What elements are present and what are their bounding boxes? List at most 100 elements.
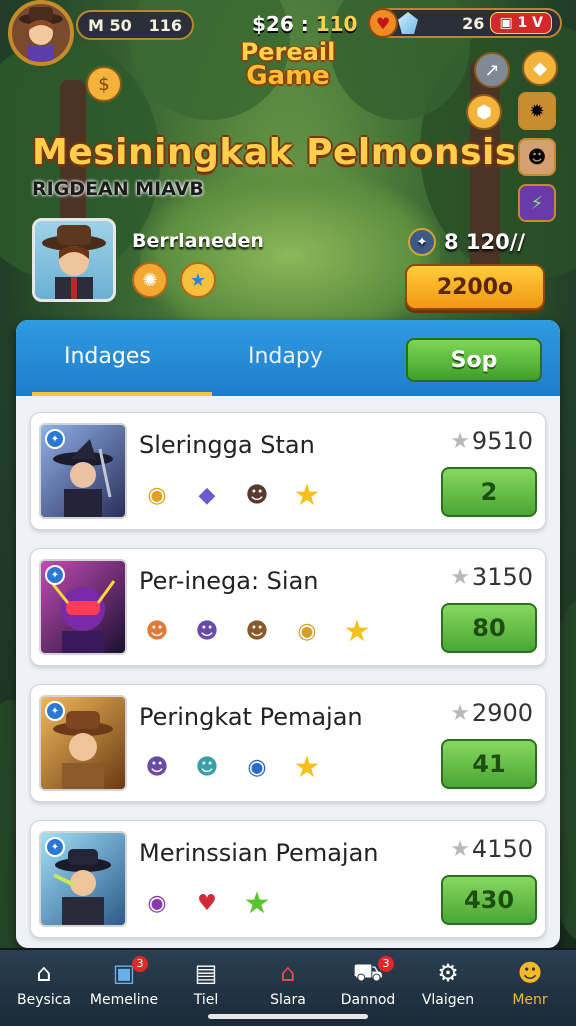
mage-figure-icon: ☻: [195, 754, 219, 780]
orb-icon: ◉: [247, 754, 267, 780]
nav-item-slara[interactable]: ⌂ Slara: [252, 958, 324, 1008]
row-score: ★ 3150: [450, 563, 533, 591]
cowboy-portrait-icon: [42, 225, 106, 299]
star-reward-icon: ★: [343, 613, 371, 649]
tab-indapy[interactable]: Indapy: [248, 344, 323, 369]
page-title: Mesiningkak Pelmonsis: [32, 132, 517, 173]
avatar-portrait-icon: [19, 7, 63, 61]
row-action-button[interactable]: 41: [441, 739, 537, 789]
hero-portrait-icon[interactable]: ☻: [518, 138, 556, 176]
magic-orb-icon: ◉: [147, 890, 167, 916]
active-tab-indicator: [32, 392, 212, 396]
rank-tag-icon: ✦: [45, 837, 65, 857]
green-star-icon: ★: [243, 885, 271, 921]
star-badge-icon[interactable]: ★: [180, 262, 216, 298]
game-logo: Pereail Game: [220, 40, 356, 100]
nav-label: Slara: [270, 992, 306, 1008]
nav-item-tiel[interactable]: ▤ Tiel: [170, 958, 242, 1008]
row-thumbnail: ✦: [39, 831, 127, 927]
warrior-figure-icon: ☻: [245, 618, 269, 644]
gold-bag-icon[interactable]: ◆: [522, 50, 558, 86]
row-score-value: 9510: [471, 427, 533, 455]
row-score-value: 3150: [471, 563, 533, 591]
shop-icon: ⌂: [280, 959, 296, 987]
reward-icons: ☻ ☻ ☻ ◉ ★: [137, 611, 377, 651]
star-reward-icon: ★: [293, 477, 321, 513]
money-display: $26 : 110: [252, 12, 357, 36]
row-action-label: 430: [463, 886, 515, 914]
hero-figure-icon: ☻: [245, 482, 269, 508]
level-pill[interactable]: M 50 116: [76, 10, 194, 40]
witch-hero-icon: [53, 439, 113, 517]
row-score: ★ 4150: [450, 835, 533, 863]
nav-label: Vlaigen: [421, 992, 475, 1008]
nav-item-memeline[interactable]: ▣ 3 Memeline: [88, 956, 160, 1008]
nav-item-dannod[interactable]: ⛟ 3 Dannod: [332, 956, 404, 1008]
gold-coins-icon: ◉: [147, 482, 167, 508]
row-score-value: 2900: [471, 699, 533, 727]
logo-line2: Game: [246, 61, 330, 91]
gunslinger-hero-icon: [53, 849, 111, 925]
row-score: ★ 9510: [450, 427, 533, 455]
home-indicator: [208, 1014, 368, 1019]
star-reward-icon: ★: [293, 749, 321, 785]
hero-figure-icon: ☻: [145, 754, 169, 780]
sun-medal-icon[interactable]: ✹: [518, 92, 556, 130]
row-thumbnail: ✦: [39, 695, 127, 791]
gold-button-label: 2200o: [436, 274, 514, 300]
robot-hero-icon: [50, 580, 116, 653]
sop-button[interactable]: Sop: [406, 338, 542, 382]
leaderboard-row[interactable]: ✦ Merinssian Pemajan ★ 4150 ◉ ♥ ★ 430: [30, 820, 546, 938]
nav-item-vlaigen[interactable]: ⚙ Vlaigen: [412, 958, 484, 1008]
nav-label: Menr: [512, 992, 548, 1008]
star-icon: ★: [450, 836, 470, 862]
resources-pill[interactable]: ♥ 26 ▣ 1 V: [368, 8, 562, 38]
profile-icon: ☻: [517, 959, 543, 987]
gold-currency-button[interactable]: 2200o: [405, 264, 545, 310]
gems-value: 26: [462, 13, 485, 33]
player-portrait[interactable]: [32, 218, 116, 302]
star-icon: ★: [450, 564, 470, 590]
leaderboard-row[interactable]: ✦ Per-inega: Sian ★ 3150 ☻ ☻ ☻ ◉ ★ 80: [30, 548, 546, 666]
chest-badge-value: 1 V: [517, 15, 543, 31]
row-name: Per-inega: Sian: [139, 567, 319, 595]
sop-button-label: Sop: [450, 347, 498, 373]
notification-badge: 3: [132, 956, 148, 972]
leaderboard-row[interactable]: ✦ Peringkat Pemajan ★ 2900 ☻ ☻ ◉ ★ 41: [30, 684, 546, 802]
chest-badge[interactable]: ▣ 1 V: [490, 12, 552, 34]
shield-icon[interactable]: ⬢: [466, 94, 502, 130]
row-score-value: 4150: [471, 835, 533, 863]
row-score: ★ 2900: [450, 699, 533, 727]
row-action-label: 2: [480, 478, 498, 506]
star-icon: ★: [450, 428, 470, 454]
leaderboard-panel: Indages Indapy Sop ✦ Sleringga Stan ★ 951…: [16, 320, 560, 948]
page-subtitle: RIGDEAN MIAVB: [32, 178, 204, 200]
star-icon: ★: [450, 700, 470, 726]
rank-tag-icon: ✦: [45, 429, 65, 449]
row-action-button[interactable]: 2: [441, 467, 537, 517]
sun-badge-icon[interactable]: ✺: [132, 262, 168, 298]
reward-icons: ☻ ☻ ◉ ★: [137, 747, 327, 787]
hero-figure-icon: ☻: [145, 618, 169, 644]
home-icon: ⌂: [36, 959, 52, 987]
reward-icons: ◉ ♥ ★: [137, 883, 277, 923]
nav-item-beysica[interactable]: ⌂ Beysica: [8, 958, 80, 1008]
heart-medal-icon: ♥: [197, 890, 217, 916]
notification-badge: 3: [378, 956, 394, 972]
row-name: Merinssian Pemajan: [139, 839, 379, 867]
lightning-icon[interactable]: ⚡: [518, 184, 556, 222]
gem-icon: [398, 12, 418, 34]
money-prefix: $26 :: [252, 12, 309, 36]
nav-item-menr[interactable]: ☻ Menr: [494, 958, 566, 1008]
tab-indages[interactable]: Indages: [64, 344, 151, 369]
leaderboard-row[interactable]: ✦ Sleringga Stan ★ 9510 ◉ ◆ ☻ ★ 2: [30, 412, 546, 530]
reward-icons: ◉ ◆ ☻ ★: [137, 475, 327, 515]
compass-icon[interactable]: ↗: [474, 52, 510, 88]
player-stat: ✦ 8 120//: [408, 228, 525, 256]
gear-icon: ⚙: [437, 959, 459, 987]
player-avatar[interactable]: [8, 0, 74, 66]
row-action-button[interactable]: 430: [441, 875, 537, 925]
coin-icon[interactable]: $: [86, 66, 122, 102]
row-action-button[interactable]: 80: [441, 603, 537, 653]
heart-icon: ♥: [368, 8, 398, 38]
